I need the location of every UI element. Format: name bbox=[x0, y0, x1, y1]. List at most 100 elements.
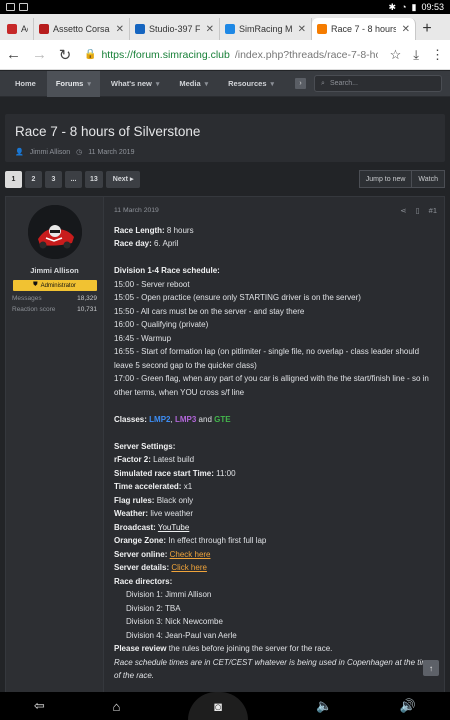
chevron-down-icon[interactable]: ▾ bbox=[271, 80, 275, 88]
race-length-label: Race Length: bbox=[114, 225, 165, 235]
tab-title: Studio-397 Foru bbox=[149, 24, 200, 34]
schedule-note: Race schedule times are in CET/CEST what… bbox=[114, 657, 433, 681]
page-ellipsis[interactable]: ... bbox=[65, 170, 82, 188]
stat-label: Messages bbox=[12, 295, 42, 302]
thread-actions: Jump to new Watch bbox=[358, 170, 445, 188]
thread-date[interactable]: 11 March 2019 bbox=[88, 149, 134, 156]
post-username[interactable]: Jimmi Allison bbox=[12, 266, 97, 275]
bookmark-star-icon[interactable]: ☆ bbox=[390, 47, 402, 63]
post-date[interactable]: 11 March 2019 bbox=[114, 204, 159, 218]
tab-title: SimRacing Mirro bbox=[239, 24, 292, 34]
jump-to-new-button[interactable]: Jump to new bbox=[358, 170, 413, 188]
server-online-link[interactable]: Check here bbox=[170, 550, 211, 559]
browser-tab-active[interactable]: Race 7 - 8 hours ✕ bbox=[312, 18, 416, 40]
setting-line: Broadcast: YouTube bbox=[114, 521, 437, 535]
scroll-to-top-button[interactable]: ↑ bbox=[423, 660, 439, 676]
setting-label: Time accelerated: bbox=[114, 482, 182, 491]
nav-resources[interactable]: Resources ▾ bbox=[219, 71, 283, 97]
browser-tab-strip: Ac Assetto Corsa Mo ✕ Studio-397 Foru ✕ … bbox=[0, 14, 450, 40]
page-link-1[interactable]: 1 bbox=[5, 170, 22, 188]
class-lmp2: LMP2 bbox=[149, 414, 171, 424]
chevron-down-icon[interactable]: ▾ bbox=[156, 80, 160, 88]
page-link-3[interactable]: 3 bbox=[45, 170, 62, 188]
race-day-label: Race day: bbox=[114, 239, 152, 248]
share-icon[interactable]: ⋖ bbox=[400, 204, 406, 218]
search-input[interactable]: ⌕ Search... bbox=[314, 75, 443, 92]
shield-icon: ⛊ bbox=[33, 282, 38, 288]
site-favicon-icon bbox=[39, 24, 49, 34]
browser-tab-1[interactable]: Ac bbox=[2, 18, 34, 40]
close-tab-icon[interactable]: ✕ bbox=[298, 24, 306, 35]
avatar[interactable] bbox=[27, 205, 82, 259]
class-gte: GTE bbox=[214, 414, 231, 424]
back-arrow-icon[interactable]: ← bbox=[6, 46, 21, 63]
director-item: Division 2: TBA bbox=[126, 603, 181, 613]
setting-label: Flag rules: bbox=[114, 495, 155, 505]
notification-icon bbox=[19, 3, 28, 11]
director-item: Division 3: Nick Newcombe bbox=[126, 617, 223, 626]
chevron-down-icon[interactable]: ▾ bbox=[205, 80, 209, 88]
back-icon[interactable]: ⇦ bbox=[34, 698, 45, 714]
close-tab-icon[interactable]: ✕ bbox=[206, 24, 214, 35]
battery-icon: ▮ bbox=[411, 1, 417, 12]
bookmark-icon[interactable]: ▯ bbox=[416, 204, 420, 218]
server-details-link[interactable]: Click here bbox=[171, 563, 207, 572]
nav-home[interactable]: Home bbox=[6, 71, 45, 97]
schedule-item: 17:00 - Green flag, when any part of you… bbox=[114, 374, 429, 397]
browser-tab-3[interactable]: Studio-397 Foru ✕ bbox=[130, 18, 220, 40]
nav-more-arrow-icon[interactable]: › bbox=[295, 78, 307, 89]
page-link-2[interactable]: 2 bbox=[25, 170, 42, 188]
post-number[interactable]: #1 bbox=[429, 204, 437, 218]
youtube-link[interactable]: YouTube bbox=[158, 523, 189, 532]
close-tab-icon[interactable]: ✕ bbox=[402, 24, 410, 35]
setting-line: Orange Zone: In effect through first ful… bbox=[114, 534, 437, 548]
volume-up-icon[interactable]: 🔊 bbox=[400, 698, 416, 714]
new-tab-button[interactable]: + bbox=[416, 18, 438, 40]
schedule-title: Division 1-4 Race schedule: bbox=[114, 266, 220, 275]
browser-tab-4[interactable]: SimRacing Mirro ✕ bbox=[220, 18, 312, 40]
nav-whats-new[interactable]: What's new ▾ bbox=[102, 71, 168, 97]
download-icon[interactable]: ⤓ bbox=[413, 47, 419, 63]
nav-forums[interactable]: Forums ▾ bbox=[46, 70, 100, 97]
setting-label: Server online: bbox=[114, 549, 168, 559]
race-length-line: Race Length: 8 hours bbox=[114, 224, 437, 238]
page-title: Race 7 - 8 hours of Silverstone bbox=[15, 124, 201, 139]
setting-line: Time accelerated: x1 bbox=[114, 480, 437, 494]
role-label: Administrator bbox=[40, 282, 76, 289]
classes-line: Classes: LMP2, LMP3 and GTE bbox=[114, 413, 437, 427]
chevron-down-icon[interactable]: ▾ bbox=[87, 80, 91, 88]
status-bar: ✱ ◔ ▮ 09:53 bbox=[0, 0, 450, 14]
race-day-value: 6. April bbox=[154, 239, 179, 248]
home-icon[interactable]: ⌂ bbox=[113, 699, 121, 714]
browser-tab-2[interactable]: Assetto Corsa Mo ✕ bbox=[34, 18, 130, 40]
avatar-image bbox=[27, 205, 82, 259]
page-link-13[interactable]: 13 bbox=[85, 170, 103, 188]
site-navigation: Home Forums ▾ What's new ▾ Media ▾ Resource… bbox=[0, 70, 450, 97]
thread-meta: 👤 Jimmi Allison ◷ 11 March 2019 bbox=[15, 148, 435, 157]
volume-down-icon[interactable]: 🔈 bbox=[316, 698, 332, 714]
schedule-item: 16:00 - Qualifying (private) bbox=[114, 320, 209, 329]
nav-media[interactable]: Media ▾ bbox=[170, 71, 217, 97]
site-favicon-icon bbox=[225, 24, 235, 34]
schedule-item: 15:05 - Open practice (ensure only START… bbox=[114, 293, 361, 302]
watch-button[interactable]: Watch bbox=[412, 170, 445, 188]
reload-icon[interactable]: ↻ bbox=[58, 46, 72, 64]
setting-value: 11:00 bbox=[216, 468, 236, 478]
thread-author[interactable]: Jimmi Allison bbox=[30, 149, 70, 156]
forward-arrow-icon[interactable]: → bbox=[32, 46, 47, 63]
stat-value: 10,731 bbox=[77, 306, 97, 313]
thread-header: Race 7 - 8 hours of Silverstone 👤 Jimmi … bbox=[5, 114, 445, 162]
post-body: 11 March 2019 ⋖ ▯ #1 Race Length: 8 hour… bbox=[104, 197, 444, 693]
menu-dots-icon[interactable]: ⋮ bbox=[431, 47, 444, 63]
screenshot-button[interactable]: ◙ bbox=[188, 692, 249, 720]
setting-line: Server online: Check here bbox=[114, 548, 437, 562]
next-label: Next bbox=[112, 175, 128, 183]
wifi-icon: ◔ bbox=[401, 2, 407, 12]
pagination: 1 2 3 ... 13 Next ▸ Jump to new Watch bbox=[5, 170, 445, 188]
user-stat: Messages 18,329 bbox=[12, 295, 97, 302]
system-navigation-bar: ⇦ ⌂ ◙ 🔈 🔊 bbox=[0, 692, 450, 720]
url-field[interactable]: 🔒 https://forum.simracing.club/index.php… bbox=[84, 49, 378, 61]
close-tab-icon[interactable]: ✕ bbox=[116, 24, 124, 35]
next-page-button[interactable]: Next ▸ bbox=[105, 170, 141, 188]
user-icon: 👤 bbox=[15, 149, 24, 156]
